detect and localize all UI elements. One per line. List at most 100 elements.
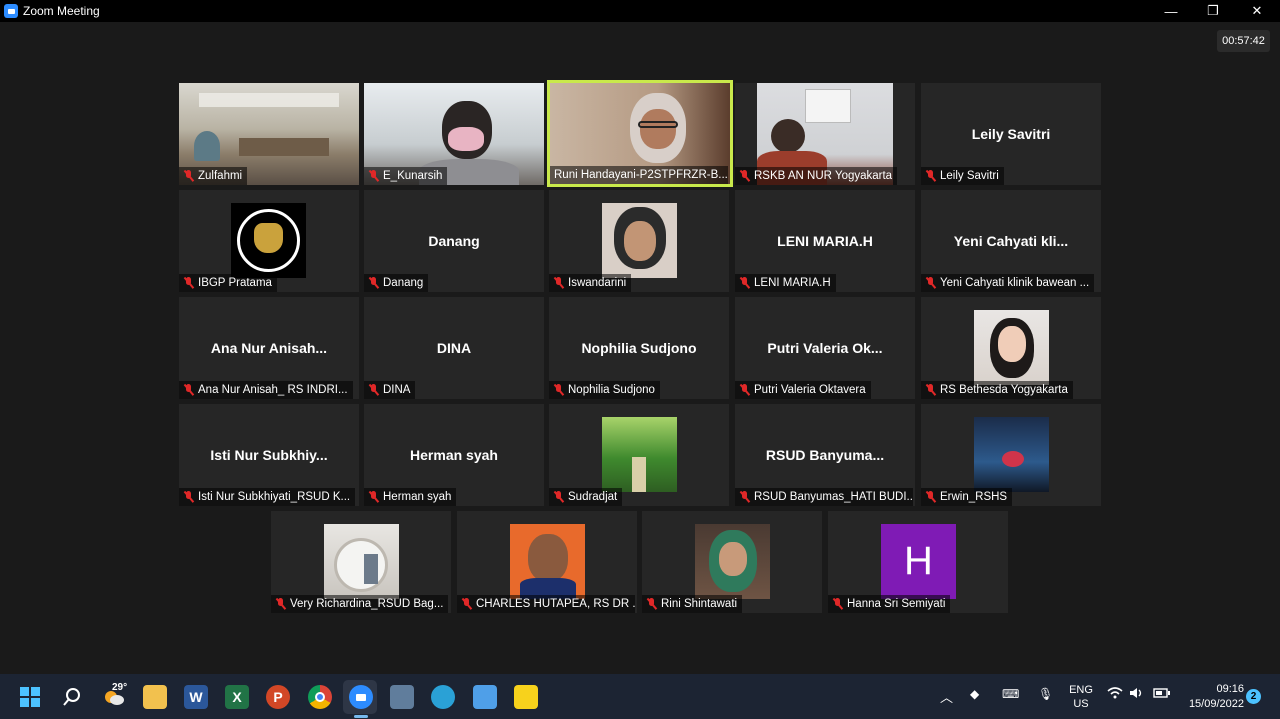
keyboard-icon[interactable]: ⌨ <box>1002 687 1019 701</box>
participant-name-label: Rini Shintawati <box>642 595 743 613</box>
participant-tile[interactable]: RS Bethesda Yogyakarta <box>921 297 1101 399</box>
mic-muted-icon <box>925 170 936 182</box>
participant-tile[interactable]: Putri Valeria Ok... Putri Valeria Oktave… <box>735 297 915 399</box>
participant-display-name: DINA <box>436 340 472 356</box>
participant-display-name: Isti Nur Subkhiy... <box>210 447 328 463</box>
browser-globe-icon[interactable] <box>431 685 455 709</box>
word-icon[interactable]: W <box>184 685 208 709</box>
calculator-icon[interactable] <box>390 685 414 709</box>
mic-muted-icon <box>646 598 657 610</box>
participant-name-label: Iswandarini <box>549 274 632 292</box>
participant-tile[interactable]: Ana Nur Anisah... Ana Nur Anisah_ RS IND… <box>179 297 359 399</box>
file-explorer-icon[interactable] <box>143 685 167 709</box>
participant-display-name: Ana Nur Anisah... <box>210 340 328 356</box>
minimize-button[interactable]: — <box>1149 0 1193 22</box>
participant-tile[interactable]: Isti Nur Subkhiy... Isti Nur Subkhiyati_… <box>179 404 359 506</box>
active-app-indicator <box>354 715 368 718</box>
participant-display-name: Nophilia Sudjono <box>581 340 697 356</box>
participant-avatar-photo <box>602 203 677 278</box>
language-code: ENG <box>1069 684 1093 696</box>
mic-muted-icon <box>183 384 194 396</box>
meeting-timer: 00:57:42 <box>1217 30 1270 52</box>
participant-name-label: DINA <box>364 381 416 399</box>
language-indicator[interactable]: ENG US <box>1069 683 1093 711</box>
close-button[interactable]: ✕ <box>1235 0 1279 22</box>
mic-muted-icon <box>461 598 472 610</box>
powerpoint-icon[interactable]: P <box>266 685 290 709</box>
participant-tile[interactable]: E_Kunarsih <box>364 83 544 185</box>
zoom-logo-icon <box>4 4 18 18</box>
participant-tile[interactable]: LENI MARIA.H LENI MARIA.H <box>735 190 915 292</box>
volume-icon[interactable] <box>1129 687 1145 702</box>
sticky-notes-icon[interactable] <box>514 685 538 709</box>
participant-tile[interactable]: CHARLES HUTAPEA, RS DR ... <box>457 511 637 613</box>
clock[interactable]: 09:16 15/09/2022 <box>1178 682 1244 712</box>
participant-display-name: Herman syah <box>410 447 498 463</box>
mic-muted-icon <box>925 277 936 289</box>
wifi-icon[interactable] <box>1107 687 1123 702</box>
participant-avatar-photo <box>510 524 585 599</box>
participant-name-label: Erwin_RSHS <box>921 488 1013 506</box>
participant-name-label: LENI MARIA.H <box>735 274 836 292</box>
participant-tile[interactable]: Leily Savitri Leily Savitri <box>921 83 1101 185</box>
microphone-icon[interactable]: 🎙 <box>1038 687 1053 701</box>
mic-muted-icon <box>553 384 564 396</box>
participant-tile[interactable]: IBGP Pratama <box>179 190 359 292</box>
participant-name-label: Leily Savitri <box>921 167 1004 185</box>
chevron-up-icon[interactable]: ︿ <box>940 687 953 706</box>
participant-avatar-photo <box>602 417 677 492</box>
mic-muted-icon <box>925 491 936 503</box>
window-title: Zoom Meeting <box>23 4 100 18</box>
participant-tile-active-speaker[interactable]: Runi Handayani-P2STPFRZR-B... <box>547 80 733 187</box>
excel-icon[interactable]: X <box>225 685 249 709</box>
participant-tile[interactable]: Zulfahmi <box>179 83 359 185</box>
participant-avatar-photo <box>695 524 770 599</box>
maximize-button[interactable]: ❐ <box>1191 0 1235 22</box>
participant-tile[interactable]: Very Richardina_RSUD Bag... <box>271 511 451 613</box>
participant-display-name: Yeni Cahyati kli... <box>953 233 1069 249</box>
battery-icon[interactable] <box>1153 687 1171 702</box>
notepad-icon[interactable] <box>473 685 497 709</box>
participant-tile[interactable]: Herman syah Herman syah <box>364 404 544 506</box>
mic-muted-icon <box>183 491 194 503</box>
participant-tile[interactable]: Rini Shintawati <box>642 511 822 613</box>
participant-tile[interactable]: RSKB AN NUR Yogyakarta <box>735 83 915 185</box>
start-menu-icon[interactable] <box>18 685 42 709</box>
dropbox-icon[interactable]: ◆ <box>970 687 979 701</box>
participant-avatar-letter: H <box>881 524 956 599</box>
participant-avatar-logo <box>231 203 306 278</box>
participant-name-label: RSUD Banyumas_HATI BUDI... <box>735 488 913 506</box>
participant-name-label: RS Bethesda Yogyakarta <box>921 381 1073 399</box>
mic-muted-icon <box>183 277 194 289</box>
participant-name-label: Runi Handayani-P2STPFRZR-B... <box>550 166 728 184</box>
participant-tile[interactable]: DINA DINA <box>364 297 544 399</box>
chrome-icon[interactable] <box>308 685 332 709</box>
participant-tile[interactable]: RSUD Banyuma... RSUD Banyumas_HATI BUDI.… <box>735 404 915 506</box>
mic-muted-icon <box>368 170 379 182</box>
keyboard-layout: US <box>1073 698 1089 710</box>
participant-name-label: Putri Valeria Oktavera <box>735 381 871 399</box>
participant-name-label: Nophilia Sudjono <box>549 381 660 399</box>
participant-tile[interactable]: H Hanna Sri Semiyati <box>828 511 1008 613</box>
mic-muted-icon <box>275 598 286 610</box>
gallery-view: 00:57:42 Zulfahmi E_Kunarsih Runi Handay… <box>0 22 1280 674</box>
zoom-icon[interactable] <box>349 685 373 709</box>
participant-display-name: RSUD Banyuma... <box>765 447 885 463</box>
notification-badge[interactable]: 2 <box>1246 689 1261 704</box>
participant-tile[interactable]: Yeni Cahyati kli... Yeni Cahyati klinik … <box>921 190 1101 292</box>
participant-tile[interactable]: Danang Danang <box>364 190 544 292</box>
mic-muted-icon <box>739 170 750 182</box>
participant-name-label: Ana Nur Anisah_ RS INDRI... <box>179 381 353 399</box>
title-bar: Zoom Meeting — ❐ ✕ <box>0 0 1280 22</box>
participant-tile[interactable]: Nophilia Sudjono Nophilia Sudjono <box>549 297 729 399</box>
participant-name-label: Isti Nur Subkhiyati_RSUD K... <box>179 488 356 506</box>
participant-tile[interactable]: Erwin_RSHS <box>921 404 1101 506</box>
participant-name-label: Sudradjat <box>549 488 623 506</box>
search-icon[interactable] <box>60 685 84 709</box>
participant-tile[interactable]: Sudradjat <box>549 404 729 506</box>
participant-name-label: Zulfahmi <box>179 167 248 185</box>
participant-tile[interactable]: Iswandarini <box>549 190 729 292</box>
participant-avatar-photo <box>974 310 1049 385</box>
participant-display-name: Putri Valeria Ok... <box>767 340 883 356</box>
mic-muted-icon <box>553 491 564 503</box>
